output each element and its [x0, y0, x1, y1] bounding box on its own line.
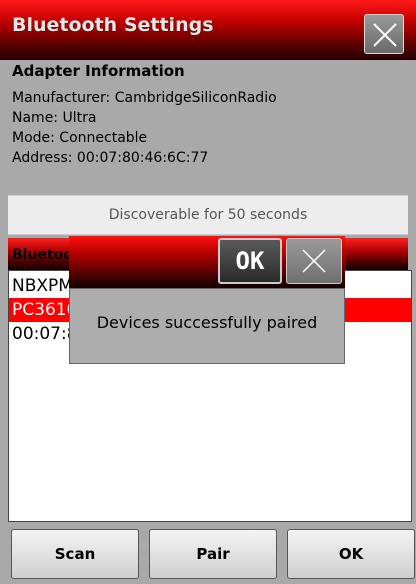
window-close-button[interactable] — [364, 14, 404, 54]
dialog-message: Devices successfully paired — [96, 313, 318, 332]
title-bar: Bluetooth Settings — [0, 0, 416, 60]
scan-button[interactable]: Scan — [11, 529, 139, 579]
close-icon — [373, 23, 397, 47]
discoverable-status[interactable]: Discoverable for 50 seconds — [8, 195, 408, 235]
ok-button[interactable]: OK — [287, 529, 415, 579]
manufacturer-text: Manufacturer: CambridgeSiliconRadio — [12, 90, 277, 106]
dialog-ok-button[interactable]: OK — [218, 238, 282, 284]
mode-text: Mode: Connectable — [12, 130, 148, 146]
dialog-body: Devices successfully paired — [69, 288, 345, 364]
address-text: Address: 00:07:80:46:6C:77 — [12, 150, 209, 166]
adapter-info-heading: Adapter Information — [12, 62, 185, 80]
window-title: Bluetooth Settings — [12, 14, 214, 36]
pair-button[interactable]: Pair — [149, 529, 277, 579]
dialog-close-button[interactable] — [286, 238, 342, 284]
discoverable-text: Discoverable for 50 seconds — [108, 207, 308, 223]
device-name-text: Name: Ultra — [12, 110, 97, 126]
close-icon — [302, 249, 326, 273]
